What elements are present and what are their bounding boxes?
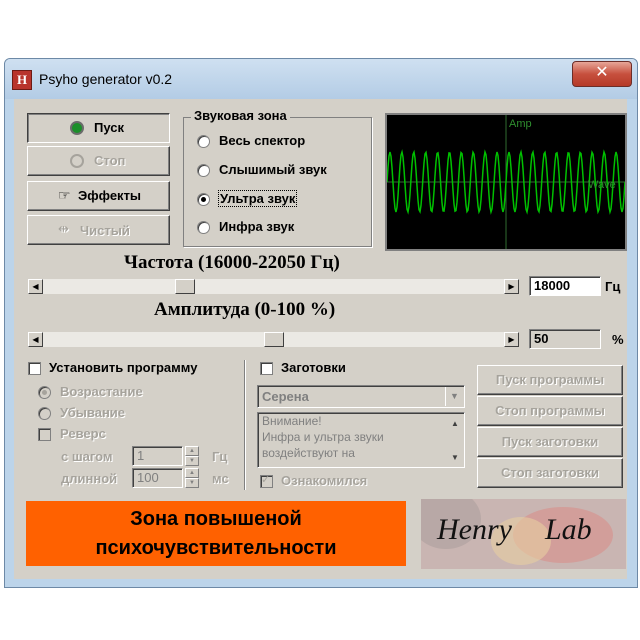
radio-ascending[interactable] [38, 386, 51, 399]
amplitude-right-arrow[interactable]: ▶ [504, 332, 519, 347]
duration-input[interactable]: 100 [132, 468, 183, 488]
audible-label[interactable]: Слышимый звук [219, 162, 327, 177]
step-spinner[interactable]: ▲ ▼ [185, 446, 199, 466]
frequency-input[interactable]: 18000 [529, 276, 601, 296]
radio-full-spectrum[interactable] [197, 135, 210, 148]
warning-line-1: Внимание! [262, 414, 322, 428]
stop-program-button[interactable]: Стоп программы [477, 396, 623, 426]
start-program-button[interactable]: Пуск программы [477, 365, 623, 395]
duration-spinner[interactable]: ▲ ▼ [185, 468, 199, 488]
radio-descending[interactable] [38, 407, 51, 420]
frequency-slider[interactable]: ◀ ▶ [27, 278, 520, 295]
oscilloscope-display: Amp Wave [385, 113, 627, 251]
sliders-icon: ⇹ [58, 221, 69, 236]
amplitude-input[interactable]: 50 [529, 329, 601, 349]
acknowledge-label[interactable]: Ознакомился [281, 473, 367, 488]
step-up-arrow[interactable]: ▲ [185, 446, 199, 456]
full-spectrum-label[interactable]: Весь спектор [219, 133, 305, 148]
amplitude-left-arrow[interactable]: ◀ [28, 332, 43, 347]
chevron-down-icon[interactable]: ▼ [445, 387, 463, 406]
step-down-arrow[interactable]: ▼ [185, 456, 199, 466]
checkmark-icon: ✓ [261, 474, 271, 486]
ascending-label[interactable]: Возрастание [60, 384, 143, 399]
duration-down-arrow[interactable]: ▼ [185, 478, 199, 488]
start-button[interactable]: Пуск [27, 113, 170, 143]
sound-zone-title: Звуковая зона [191, 108, 290, 123]
section-divider [244, 360, 245, 490]
radio-ultrasound[interactable] [197, 193, 210, 206]
radio-audible[interactable] [197, 164, 210, 177]
close-button[interactable]: ✕ [572, 61, 632, 87]
radio-infrasound[interactable] [197, 221, 210, 234]
logo-word-lab: Lab [545, 513, 592, 546]
frequency-title: Частота (16000-22050 Гц) [124, 252, 340, 273]
reverse-checkbox[interactable] [38, 428, 51, 441]
install-program-checkbox[interactable] [28, 362, 41, 375]
effects-button[interactable]: ☞ Эффекты [27, 181, 170, 211]
warning-line-3: воздействуют на [262, 446, 355, 460]
stop-button[interactable]: Стоп [27, 146, 170, 176]
sensitivity-zone-banner: Зона повышеной психочувствительности [26, 501, 406, 566]
banner-line-2: психочувствительности [95, 537, 337, 559]
window-title: Psyho generator v0.2 [39, 71, 173, 87]
clear-button[interactable]: ⇹ Чистый [27, 215, 170, 245]
duration-unit: мс [212, 471, 229, 486]
frequency-thumb[interactable] [175, 279, 195, 294]
amplitude-slider[interactable]: ◀ ▶ [27, 331, 520, 348]
stop-preset-button[interactable]: Стоп заготовки [477, 458, 623, 488]
logo-word-henry: Henry [437, 513, 512, 546]
step-label: с шагом [61, 449, 113, 464]
amp-label: Amp [509, 118, 532, 130]
scroll-down-icon[interactable]: ▼ [447, 450, 463, 466]
wave-label: Wave [588, 179, 616, 191]
start-preset-button[interactable]: Пуск заготовки [477, 427, 623, 457]
effects-label: Эффекты [78, 188, 142, 203]
descending-label[interactable]: Убывание [60, 405, 125, 420]
clear-label: Чистый [80, 223, 130, 238]
frequency-right-arrow[interactable]: ▶ [504, 279, 519, 294]
presets-label[interactable]: Заготовки [281, 360, 346, 375]
warning-scrollbar[interactable]: ▲ ▼ [447, 414, 463, 466]
frequency-left-arrow[interactable]: ◀ [28, 279, 43, 294]
amplitude-thumb[interactable] [264, 332, 284, 347]
frequency-unit: Гц [605, 279, 621, 294]
app-window: H Psyho generator v0.2 ✕ Пуск Стоп ☞ Эфф… [4, 58, 638, 588]
amplitude-title: Амплитуда (0-100 %) [154, 299, 336, 320]
title-bar[interactable]: H Psyho generator v0.2 ✕ [5, 59, 637, 99]
step-unit: Гц [212, 449, 228, 464]
henry-lab-logo: Henry Lab [421, 499, 626, 569]
app-icon: H [12, 70, 32, 90]
duration-up-arrow[interactable]: ▲ [185, 468, 199, 478]
infrasound-label[interactable]: Инфра звук [219, 219, 294, 234]
ultrasound-label[interactable]: Ультра звук [217, 190, 298, 207]
pointing-hand-icon: ☞ [58, 187, 71, 203]
scroll-up-icon[interactable]: ▲ [447, 416, 463, 432]
client-area: Пуск Стоп ☞ Эффекты ⇹ Чистый Звуковая зо… [14, 99, 627, 579]
start-label: Пуск [94, 120, 124, 135]
banner-line-1: Зона повышеной [130, 508, 302, 530]
record-icon [70, 121, 84, 135]
warning-line-2: Инфра и ультра звуки [262, 430, 384, 444]
stop-label: Стоп [94, 153, 126, 168]
install-program-label[interactable]: Установить программу [49, 360, 197, 375]
amplitude-unit: % [612, 332, 624, 347]
reverse-label[interactable]: Реверс [60, 426, 106, 441]
preset-select-value: Серена [262, 389, 309, 404]
acknowledge-checkbox[interactable]: ✓ [260, 474, 273, 488]
preset-select[interactable]: Серена ▼ [257, 385, 465, 408]
step-input[interactable]: 1 [132, 446, 183, 466]
stop-circle-icon [70, 154, 84, 168]
presets-checkbox[interactable] [260, 362, 273, 375]
duration-label: длинной [61, 471, 118, 486]
warning-textbox[interactable]: Внимание! Инфра и ультра звуки воздейств… [257, 412, 465, 468]
